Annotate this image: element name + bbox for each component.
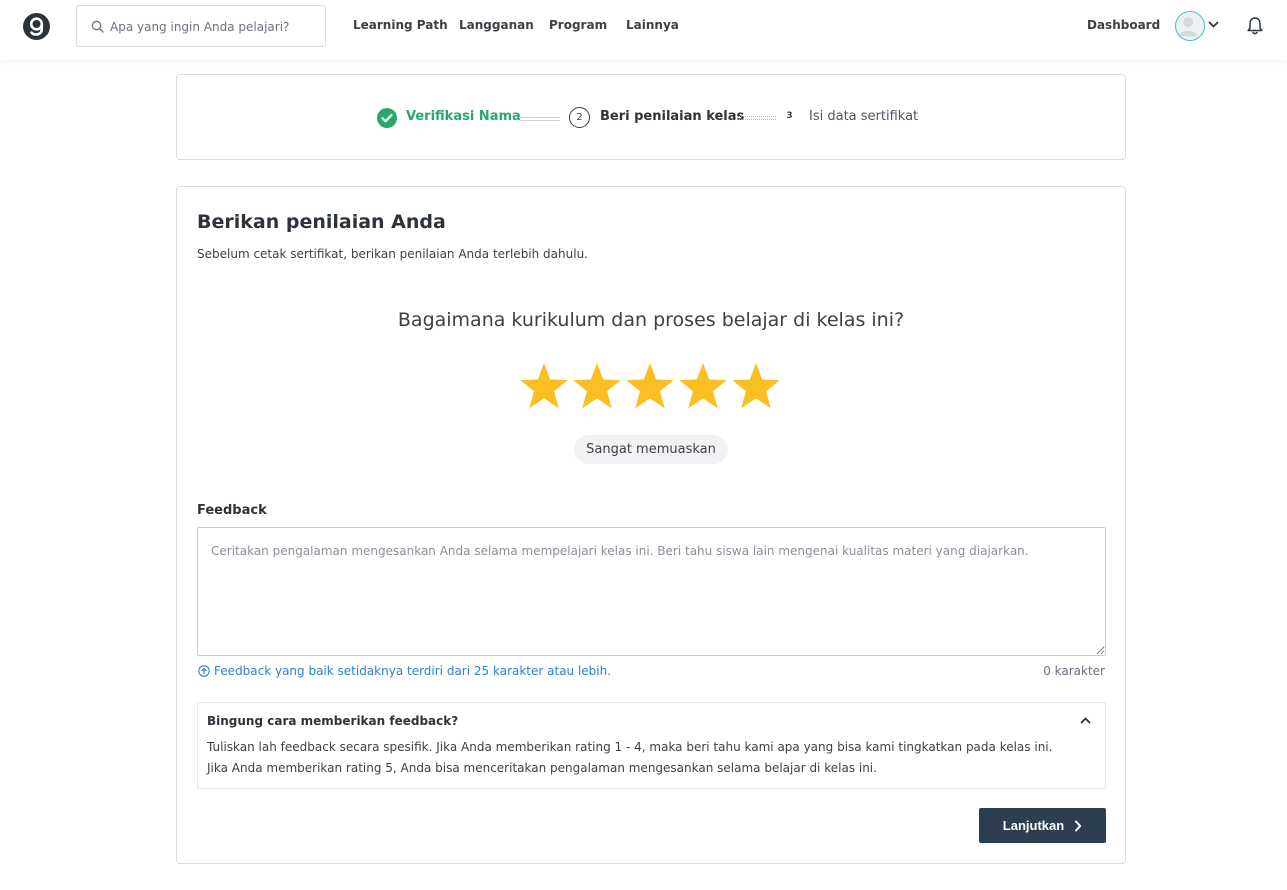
rating-question: Bagaimana kurikulum dan proses belajar d… [397,309,905,331]
nav-learning-path[interactable]: Learning Path [353,18,448,32]
feedback-hint: Feedback yang baik setidaknya terdiri da… [198,664,611,678]
continue-button-label: Lanjutkan [1002,818,1065,833]
feedback-textarea[interactable] [197,527,1106,656]
feedback-hint-text: Feedback yang baik setidaknya terdiri da… [214,664,612,678]
feedback-help-accordion: Bingung cara memberikan feedback? Tulisk… [197,702,1106,789]
top-navbar: Learning Path Langganan Program Lainnya … [0,0,1287,60]
step-connector-pending [735,116,776,120]
step-verifikasi-nama: Verifikasi Nama [406,109,521,124]
nav-program[interactable]: Program [549,18,607,32]
nav-lainnya[interactable]: Lainnya [626,18,679,32]
user-menu[interactable] [1175,11,1221,41]
star-icon[interactable] [572,362,622,412]
notification-bell-icon[interactable] [1246,16,1264,36]
user-avatar-icon [1178,16,1198,37]
accordion-text-line-2: Jika Anda memberikan rating 5, Anda bisa… [207,761,877,775]
page-title: Berikan penilaian Anda [197,211,446,233]
nav-langganan[interactable]: Langganan [459,18,534,32]
star-icon[interactable] [678,362,728,412]
character-count: 0 karakter [1043,664,1105,678]
step-beri-penilaian: Beri penilaian kelas [600,109,745,124]
search-input[interactable] [110,17,315,37]
dashboard-link[interactable]: Dashboard [1087,18,1160,32]
search-icon [91,20,104,33]
star-icon[interactable] [731,362,781,412]
star-icon[interactable] [625,362,675,412]
star-icon[interactable] [519,362,569,412]
rating-label-badge: Sangat memuaskan [574,435,728,464]
continue-button[interactable]: Lanjutkan [979,808,1106,843]
avatar[interactable] [1175,11,1205,41]
dicoding-logo-icon[interactable] [23,13,50,40]
accordion-text-line-1: Tuliskan lah feedback secara spesifik. J… [207,740,1053,754]
chevron-up-icon[interactable] [1080,716,1091,724]
review-card: Berikan penilaian Anda Sebelum cetak ser… [176,186,1126,864]
step-connector [519,117,560,121]
page-subtitle: Sebelum cetak sertifikat, berikan penila… [197,247,588,261]
check-circle-icon [377,108,397,128]
search-box [76,5,326,47]
progress-stepper: Verifikasi Nama 2 Beri penilaian kelas 3… [176,74,1126,160]
star-rating [519,362,785,412]
feedback-label: Feedback [197,503,267,518]
accordion-title[interactable]: Bingung cara memberikan feedback? [207,714,458,728]
step-2-number: 2 [569,107,590,128]
chevron-right-icon [1075,820,1082,831]
step-3-number: 3 [786,111,793,121]
chevron-down-icon[interactable] [1208,21,1219,29]
info-circle-icon [198,665,210,677]
step-isi-data-sertifikat: Isi data sertifikat [809,109,919,124]
